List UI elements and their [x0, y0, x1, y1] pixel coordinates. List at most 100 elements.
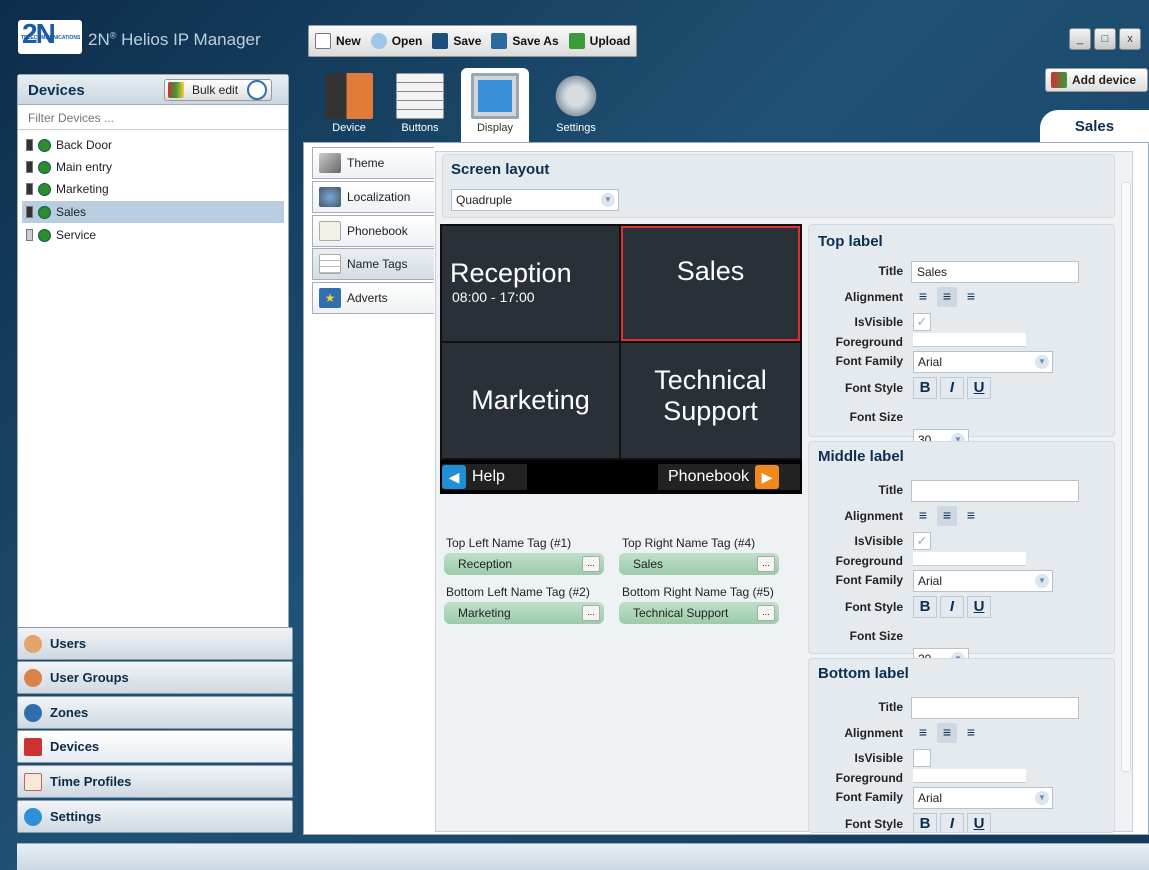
- browse-button[interactable]: ...: [582, 605, 600, 621]
- cell-bottom-left[interactable]: Marketing: [442, 343, 619, 458]
- align-center-icon[interactable]: ≡: [937, 723, 957, 743]
- device-item[interactable]: Back Door: [22, 134, 284, 156]
- bulk-edit-button[interactable]: Bulk edit: [164, 79, 272, 101]
- close-button[interactable]: x: [1119, 28, 1141, 50]
- app-title: 2N® Helios IP Manager: [88, 30, 261, 49]
- foreground-color-picker[interactable]: [913, 333, 1026, 347]
- bottom-left-tag-field[interactable]: Marketing...: [444, 602, 604, 624]
- add-device-button[interactable]: Add device: [1045, 68, 1148, 92]
- underline-button[interactable]: U: [967, 813, 991, 832]
- align-center-icon[interactable]: ≡: [937, 506, 957, 526]
- font-family-select[interactable]: Arial ▼: [913, 351, 1053, 373]
- phonebook-button[interactable]: Phonebook ▶: [658, 464, 800, 490]
- cell-bottom-right[interactable]: Technical Support: [621, 343, 800, 458]
- upload-button[interactable]: Upload: [568, 33, 630, 49]
- font-style-label: Font Style: [844, 600, 903, 614]
- nav-settings[interactable]: Settings: [17, 800, 293, 833]
- scrollbar-thumb[interactable]: [1121, 182, 1131, 772]
- align-right-icon[interactable]: ≡: [961, 506, 981, 526]
- title-label: Title: [878, 264, 903, 278]
- browse-button[interactable]: ...: [757, 556, 775, 572]
- vertical-scrollbar[interactable]: [1120, 162, 1132, 830]
- save-as-button[interactable]: Save As: [491, 33, 559, 49]
- italic-button[interactable]: I: [940, 813, 964, 832]
- open-button[interactable]: Open: [370, 33, 422, 49]
- bottom-right-tag-field[interactable]: Technical Support...: [619, 602, 779, 624]
- tab-device[interactable]: Device: [315, 68, 383, 142]
- italic-button[interactable]: I: [940, 596, 964, 618]
- font-family-select[interactable]: Arial ▼: [913, 570, 1053, 592]
- subtab-adverts[interactable]: ★ Adverts: [312, 282, 434, 314]
- screen-layout-select[interactable]: Quadruple ▼: [451, 189, 619, 211]
- browse-button[interactable]: ...: [582, 556, 600, 572]
- cell-top-right-selected[interactable]: Sales: [621, 226, 800, 341]
- align-center-icon[interactable]: ≡: [937, 287, 957, 307]
- cell-top-left[interactable]: Reception 08:00 - 17:00: [442, 226, 619, 341]
- bold-button[interactable]: B: [913, 377, 937, 399]
- foreground-color-picker[interactable]: [913, 552, 1026, 566]
- current-device-tab[interactable]: Sales: [1040, 110, 1149, 142]
- visible-checkbox[interactable]: [913, 749, 931, 767]
- nav-users[interactable]: Users: [17, 627, 293, 660]
- clock-icon[interactable]: [247, 80, 268, 100]
- subtab-phonebook[interactable]: Phonebook: [312, 215, 434, 247]
- device-item[interactable]: Service: [22, 224, 284, 246]
- alignment-label: Alignment: [844, 726, 903, 740]
- tab-display[interactable]: Display: [461, 68, 529, 142]
- alignment-label: Alignment: [844, 509, 903, 523]
- is-visible-label: IsVisible: [854, 751, 903, 765]
- devices-title: Devices: [28, 82, 85, 99]
- chevron-down-icon: ▼: [1035, 574, 1049, 588]
- help-button[interactable]: ◀ Help: [442, 464, 527, 490]
- tab-settings[interactable]: Settings: [542, 68, 610, 142]
- device-item-selected[interactable]: Sales: [22, 201, 284, 223]
- font-size-label: Font Size: [849, 410, 903, 424]
- visible-checkbox[interactable]: ✓: [913, 532, 931, 550]
- tab-buttons[interactable]: Buttons: [386, 68, 454, 142]
- top-title-input[interactable]: Sales: [911, 261, 1079, 283]
- nav-user-groups[interactable]: User Groups: [17, 661, 293, 694]
- nav-zones[interactable]: Zones: [17, 696, 293, 729]
- bottom-right-tag-label: Bottom Right Name Tag (#5): [622, 585, 774, 599]
- filter-devices-input[interactable]: [18, 106, 288, 130]
- devices-panel: Devices Bulk edit Back Door Main entry M…: [17, 74, 289, 632]
- visible-checkbox[interactable]: ✓: [913, 313, 931, 331]
- online-status-icon: [38, 228, 51, 242]
- device-tab-icon: [325, 73, 373, 119]
- browse-button[interactable]: ...: [757, 605, 775, 621]
- underline-button[interactable]: U: [967, 377, 991, 399]
- align-left-icon[interactable]: ≡: [913, 287, 933, 307]
- bold-button[interactable]: B: [913, 596, 937, 618]
- align-right-icon[interactable]: ≡: [961, 287, 981, 307]
- middle-label-heading: Middle label: [818, 448, 904, 465]
- online-status-icon: [38, 205, 51, 219]
- alignment-group: ≡ ≡ ≡: [913, 506, 981, 526]
- align-left-icon[interactable]: ≡: [913, 506, 933, 526]
- info-icon: [24, 807, 42, 826]
- nav-devices[interactable]: Devices: [17, 730, 293, 763]
- save-button[interactable]: Save: [432, 33, 481, 49]
- nav-time-profiles[interactable]: Time Profiles: [17, 765, 293, 798]
- bold-button[interactable]: B: [913, 813, 937, 832]
- new-button[interactable]: New: [315, 33, 361, 49]
- middle-title-input[interactable]: [911, 480, 1079, 502]
- save-icon: [432, 33, 449, 49]
- minimize-button[interactable]: _: [1069, 28, 1091, 50]
- top-right-tag-field[interactable]: Sales...: [619, 553, 779, 575]
- top-left-tag-field[interactable]: Reception...: [444, 553, 604, 575]
- subtab-name-tags[interactable]: Name Tags: [312, 248, 434, 280]
- font-family-select[interactable]: Arial ▼: [913, 787, 1053, 809]
- subtab-theme[interactable]: Theme: [312, 147, 434, 179]
- align-left-icon[interactable]: ≡: [913, 723, 933, 743]
- align-right-icon[interactable]: ≡: [961, 723, 981, 743]
- new-file-icon: [315, 33, 331, 49]
- device-item[interactable]: Main entry: [22, 156, 284, 178]
- subtab-localization[interactable]: Localization: [312, 181, 434, 213]
- bottom-title-input[interactable]: [911, 697, 1079, 719]
- underline-button[interactable]: U: [967, 596, 991, 618]
- foreground-color-picker[interactable]: [913, 769, 1026, 783]
- maximize-button[interactable]: □: [1094, 28, 1116, 50]
- device-item[interactable]: Marketing: [22, 178, 284, 200]
- arrow-left-icon: ◀: [442, 465, 466, 489]
- italic-button[interactable]: I: [940, 377, 964, 399]
